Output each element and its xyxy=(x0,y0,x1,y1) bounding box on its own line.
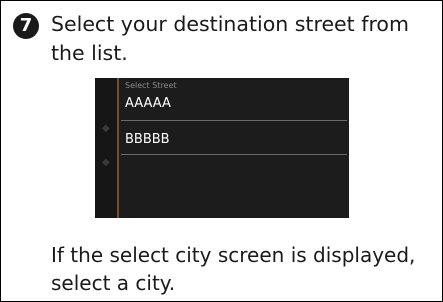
screen-left-scrollbar xyxy=(95,78,117,218)
step-number-badge: 7 xyxy=(13,13,39,39)
screen-accent-divider xyxy=(117,78,119,218)
street-list-item-2: BBBBB xyxy=(125,132,170,147)
step-text-line-1: Select your destination street from xyxy=(51,12,409,36)
screen-title: Select Street xyxy=(125,81,177,90)
note-text-line-1: If the select city screen is displayed, xyxy=(51,243,416,267)
scroll-up-arrow-icon: ◆ xyxy=(102,123,110,134)
note-text: If the select city screen is displayed, … xyxy=(51,241,431,297)
list-separator xyxy=(121,154,347,155)
step-text-line-2: the list. xyxy=(51,41,128,65)
note-text-line-2: select a city. xyxy=(51,271,176,295)
scroll-down-arrow-icon: ◆ xyxy=(102,157,110,168)
instruction-panel: 7 Select your destination street from th… xyxy=(0,0,443,302)
step-text: Select your destination street from the … xyxy=(51,10,431,68)
list-separator xyxy=(121,120,347,121)
navigation-screen-image: ◆ ◆ Select Street AAAAA BBBBB xyxy=(95,78,349,218)
street-list-item-1: AAAAA xyxy=(125,96,171,111)
